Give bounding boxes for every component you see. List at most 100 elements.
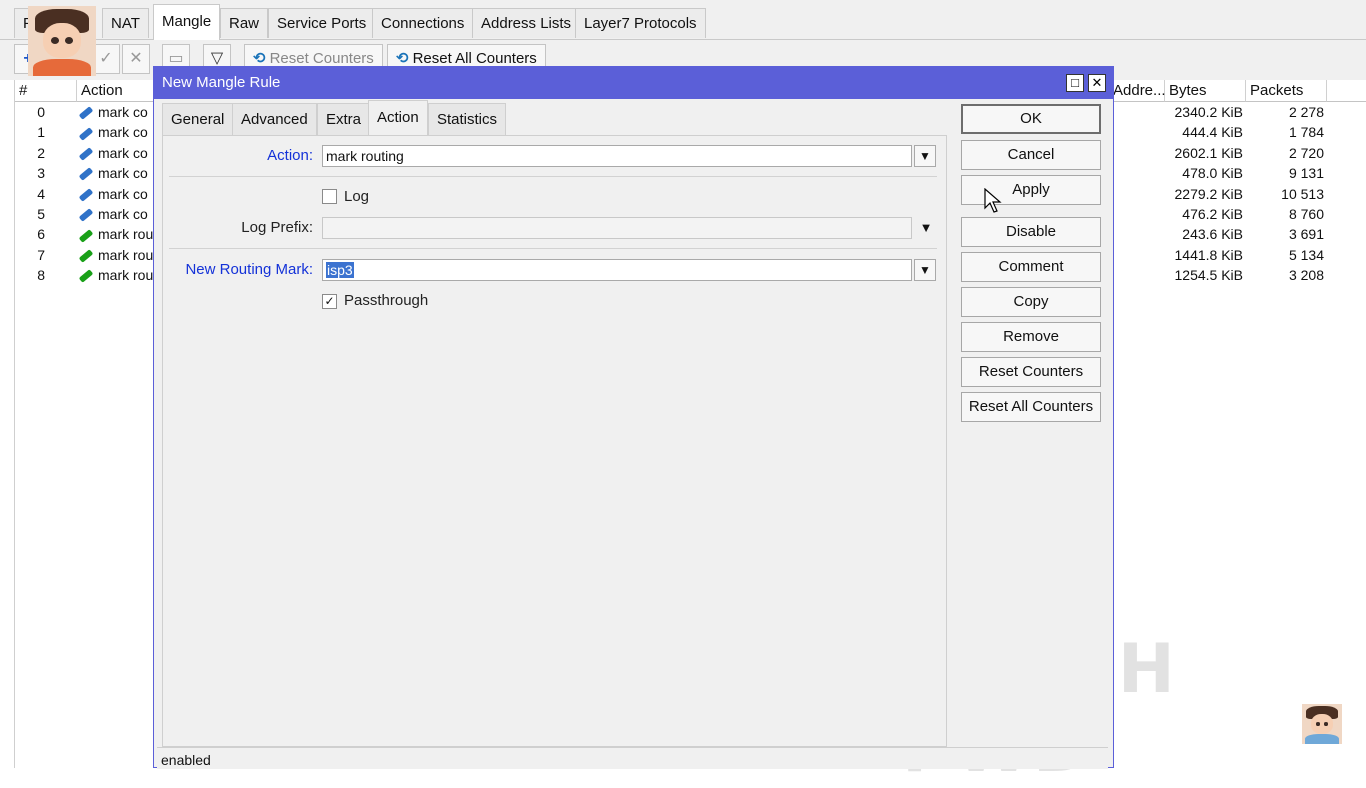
row-bytes: 444.4 KiB xyxy=(1182,124,1243,141)
log-prefix-dropdown-icon[interactable]: ▼ xyxy=(918,220,934,236)
row-action-text: mark co xyxy=(98,104,148,120)
disable-button[interactable]: Disable xyxy=(961,217,1101,247)
tab-layer7-protocols[interactable]: Layer7 Protocols xyxy=(575,8,706,38)
log-prefix-input[interactable] xyxy=(322,217,912,239)
tab-statistics[interactable]: Statistics xyxy=(428,103,507,135)
avatar-small xyxy=(1302,704,1342,744)
row-action: mark co xyxy=(79,102,155,122)
dialog-title-bar[interactable]: New Mangle Rule □ ✕ xyxy=(154,67,1113,99)
reset-all-counters-label: Reset All Counters xyxy=(412,50,537,67)
row-number: 8 xyxy=(37,267,45,284)
column-header-bytes[interactable]: Bytes xyxy=(1165,80,1246,102)
reset-counters-dialog-button[interactable]: Reset Counters xyxy=(961,357,1101,387)
blue-pen-icon xyxy=(79,208,94,223)
maximize-icon[interactable]: □ xyxy=(1066,74,1084,92)
row-number: 2 xyxy=(37,144,45,161)
comment-button[interactable]: Comment xyxy=(961,252,1101,282)
row-action: mark co xyxy=(79,184,155,204)
row-packets: 2 278 xyxy=(1288,104,1324,120)
cancel-button[interactable]: Cancel xyxy=(961,140,1101,170)
column-header-address[interactable]: Addre... xyxy=(1109,80,1166,102)
tab-nat[interactable]: NAT xyxy=(102,8,149,38)
tab-address-lists[interactable]: Address Lists xyxy=(472,8,581,38)
log-prefix-label: Log Prefix: xyxy=(241,219,313,236)
row-packets: 10 513 xyxy=(1281,185,1324,202)
ok-button[interactable]: OK xyxy=(961,104,1101,134)
green-pen-icon xyxy=(79,269,94,284)
column-header-action[interactable]: Action xyxy=(77,80,155,102)
tab-general[interactable]: General xyxy=(162,103,234,135)
status-bar: enabled xyxy=(157,747,1108,769)
row-packets: 8 760 xyxy=(1288,206,1324,222)
row-action-text: mark co xyxy=(98,206,148,222)
row-action-text: mark co xyxy=(98,124,148,141)
column-header-packets[interactable]: Packets xyxy=(1246,80,1327,102)
log-checkbox[interactable] xyxy=(322,189,337,204)
avatar-shirt xyxy=(1305,734,1339,744)
row-number: 0 xyxy=(37,104,45,120)
action-label: Action: xyxy=(267,147,313,164)
row-bytes: 2602.1 KiB xyxy=(1174,144,1244,161)
row-action: mark rou xyxy=(79,224,155,244)
row-action-text: mark rou xyxy=(98,267,154,284)
avatar-face xyxy=(42,22,82,58)
row-action: mark co xyxy=(79,204,155,224)
row-action: mark co xyxy=(79,163,155,183)
avatar-eye xyxy=(1323,721,1329,726)
row-packets: 3 208 xyxy=(1288,267,1324,284)
row-packets: 2 720 xyxy=(1288,144,1324,161)
reset-counters-label: Reset Counters xyxy=(269,50,374,67)
tab-mangle[interactable]: Mangle xyxy=(153,4,221,40)
row-action-text: mark co xyxy=(98,185,148,202)
row-action-text: mark co xyxy=(98,165,148,182)
avatar xyxy=(28,6,96,76)
row-number: 5 xyxy=(37,206,45,222)
row-packets: 5 134 xyxy=(1288,246,1324,263)
row-number: 6 xyxy=(37,226,45,243)
row-number: 4 xyxy=(37,185,45,202)
tab-raw[interactable]: Raw xyxy=(220,8,269,38)
copy-button[interactable]: Copy xyxy=(961,287,1101,317)
routing-mark-selected-text: isp3 xyxy=(326,262,354,278)
reset-all-counters-dialog-button[interactable]: Reset All Counters xyxy=(961,392,1101,422)
row-number: 7 xyxy=(37,246,45,263)
close-icon[interactable]: ✕ xyxy=(1088,74,1106,92)
enable-check-icon[interactable]: ✓ xyxy=(92,44,120,74)
blue-pen-icon xyxy=(79,106,94,121)
tab-action[interactable]: Action xyxy=(368,100,428,135)
row-action: mark co xyxy=(79,143,155,163)
row-number: 1 xyxy=(37,124,45,141)
passthrough-checkbox[interactable]: ✓ xyxy=(322,294,337,309)
row-packets: 1 784 xyxy=(1288,124,1324,141)
avatar-face xyxy=(1310,713,1334,734)
row-bytes: 2340.2 KiB xyxy=(1174,104,1244,120)
tab-connections[interactable]: Connections xyxy=(372,8,474,38)
routing-mark-dropdown-button[interactable]: ▼ xyxy=(914,259,936,281)
row-bytes: 478.0 KiB xyxy=(1182,165,1243,182)
tab-service-ports[interactable]: Service Ports xyxy=(268,8,376,38)
new-routing-mark-input[interactable]: isp3 xyxy=(322,259,912,281)
separator xyxy=(169,176,937,177)
row-number: 3 xyxy=(37,165,45,182)
avatar-eye xyxy=(51,36,60,44)
passthrough-label: Passthrough xyxy=(344,292,429,309)
action-dropdown-button[interactable]: ▼ xyxy=(914,145,936,167)
action-select[interactable]: mark routing xyxy=(322,145,912,167)
row-action: mark rou xyxy=(79,245,155,265)
row-bytes: 1441.8 KiB xyxy=(1174,246,1244,263)
row-packets: 9 131 xyxy=(1288,165,1324,182)
green-pen-icon xyxy=(79,249,94,263)
row-action-text: mark co xyxy=(98,144,148,161)
apply-button[interactable]: Apply xyxy=(961,175,1101,205)
column-header-number[interactable]: # xyxy=(15,80,77,102)
separator xyxy=(169,248,937,249)
blue-pen-icon xyxy=(79,147,94,161)
column-header-filler xyxy=(1327,80,1366,102)
tab-advanced[interactable]: Advanced xyxy=(232,103,317,135)
tab-extra[interactable]: Extra xyxy=(317,103,371,135)
new-routing-mark-label: New Routing Mark: xyxy=(185,261,313,278)
disable-x-icon[interactable]: ✕ xyxy=(122,44,150,74)
remove-button[interactable]: Remove xyxy=(961,322,1101,352)
row-packets: 3 691 xyxy=(1288,226,1324,243)
reset-icon: ⟲ xyxy=(396,50,409,67)
